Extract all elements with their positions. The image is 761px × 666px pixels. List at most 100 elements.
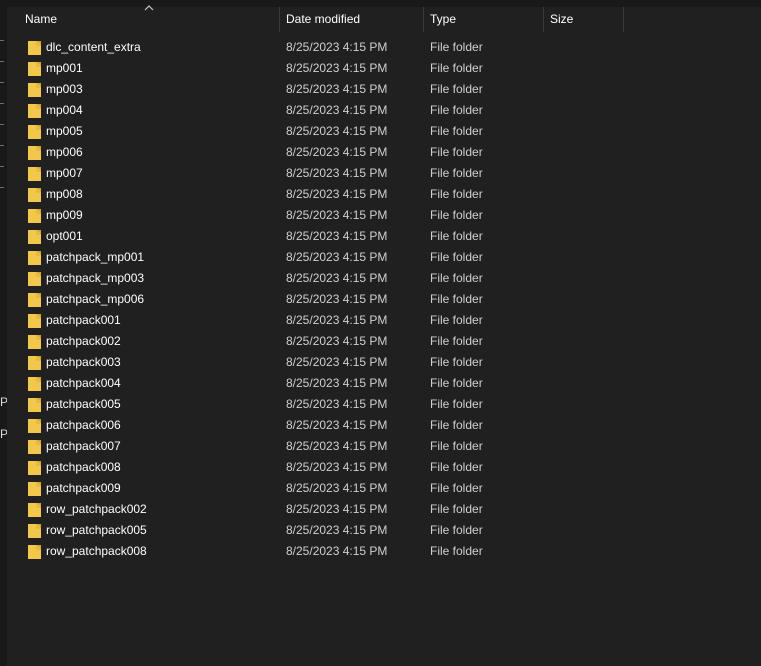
file-type: File folder (430, 460, 483, 474)
folder-icon (28, 356, 41, 370)
nav-tree-line (0, 82, 4, 83)
file-date-modified: 8/25/2023 4:15 PM (286, 502, 388, 516)
file-name[interactable]: patchpack_mp001 (46, 247, 144, 268)
file-name[interactable]: patchpack001 (46, 310, 121, 331)
file-name[interactable]: patchpack004 (46, 373, 121, 394)
file-type: File folder (430, 481, 483, 495)
file-name[interactable]: mp003 (46, 79, 83, 100)
file-row[interactable]: mp004 8/25/2023 4:15 PM File folder (7, 100, 761, 121)
file-row[interactable]: patchpack004 8/25/2023 4:15 PM File folder (7, 373, 761, 394)
file-name[interactable]: opt001 (46, 226, 83, 247)
file-row[interactable]: patchpack_mp003 8/25/2023 4:15 PM File fol… (7, 268, 761, 289)
folder-icon (28, 461, 41, 475)
folder-icon (28, 209, 41, 223)
file-row[interactable]: row_patchpack008 8/25/2023 4:15 PM File fo… (7, 541, 761, 562)
file-name[interactable]: mp009 (46, 205, 83, 226)
folder-icon (28, 167, 41, 181)
file-row[interactable]: patchpack005 8/25/2023 4:15 PM File folder (7, 394, 761, 415)
file-row[interactable]: patchpack_mp006 8/25/2023 4:15 PM File fol… (7, 289, 761, 310)
file-type: File folder (430, 523, 483, 537)
file-date-modified: 8/25/2023 4:15 PM (286, 292, 388, 306)
file-row[interactable]: patchpack007 8/25/2023 4:15 PM File folder (7, 436, 761, 457)
nav-tree-line (0, 124, 4, 125)
file-row[interactable]: mp001 8/25/2023 4:15 PM File folder (7, 58, 761, 79)
file-name[interactable]: mp007 (46, 163, 83, 184)
file-row[interactable]: patchpack008 8/25/2023 4:15 PM File folder (7, 457, 761, 478)
file-name[interactable]: mp008 (46, 184, 83, 205)
file-name[interactable]: mp001 (46, 58, 83, 79)
folder-icon (28, 398, 41, 412)
file-name[interactable]: mp004 (46, 100, 83, 121)
file-type: File folder (430, 208, 483, 222)
file-row[interactable]: patchpack_mp001 8/25/2023 4:15 PM File fol… (7, 247, 761, 268)
column-header-date-modified[interactable]: Date modified (279, 7, 423, 32)
file-date-modified: 8/25/2023 4:15 PM (286, 229, 388, 243)
file-name[interactable]: patchpack009 (46, 478, 121, 499)
file-row[interactable]: mp005 8/25/2023 4:15 PM File folder (7, 121, 761, 142)
nav-tree-line (0, 103, 4, 104)
file-name[interactable]: patchpack006 (46, 415, 121, 436)
file-row[interactable]: mp006 8/25/2023 4:15 PM File folder (7, 142, 761, 163)
file-row[interactable]: mp003 8/25/2023 4:15 PM File folder (7, 79, 761, 100)
nav-item-glyph[interactable]: P (0, 427, 7, 441)
file-row[interactable]: mp009 8/25/2023 4:15 PM File folder (7, 205, 761, 226)
folder-icon (28, 125, 41, 139)
file-type: File folder (430, 103, 483, 117)
file-date-modified: 8/25/2023 4:15 PM (286, 523, 388, 537)
nav-item-glyph[interactable]: P (0, 395, 7, 409)
file-name[interactable]: row_patchpack008 (46, 541, 147, 562)
folder-icon (28, 293, 41, 307)
file-list: dlc_content_extra 8/25/2023 4:15 PM File f… (7, 37, 761, 562)
folder-icon (28, 545, 41, 559)
folder-icon (28, 377, 41, 391)
file-date-modified: 8/25/2023 4:15 PM (286, 355, 388, 369)
file-name[interactable]: patchpack_mp003 (46, 268, 144, 289)
file-name[interactable]: dlc_content_extra (46, 37, 141, 58)
file-list-view[interactable]: Name Date modified Type Size dlc_content… (7, 5, 761, 666)
column-header-size[interactable]: Size (543, 7, 623, 32)
file-row[interactable]: patchpack003 8/25/2023 4:15 PM File folder (7, 352, 761, 373)
nav-tree-line (0, 166, 4, 167)
file-name[interactable]: patchpack_mp006 (46, 289, 144, 310)
file-type: File folder (430, 418, 483, 432)
file-type: File folder (430, 355, 483, 369)
file-type: File folder (430, 145, 483, 159)
file-row[interactable]: row_patchpack005 8/25/2023 4:15 PM File fo… (7, 520, 761, 541)
file-date-modified: 8/25/2023 4:15 PM (286, 397, 388, 411)
file-row[interactable]: patchpack002 8/25/2023 4:15 PM File folder (7, 331, 761, 352)
file-row[interactable]: patchpack001 8/25/2023 4:15 PM File folder (7, 310, 761, 331)
file-name[interactable]: row_patchpack005 (46, 520, 147, 541)
file-name[interactable]: patchpack005 (46, 394, 121, 415)
column-resize-handle[interactable] (623, 7, 624, 32)
file-type: File folder (430, 271, 483, 285)
file-type: File folder (430, 40, 483, 54)
file-name[interactable]: row_patchpack002 (46, 499, 147, 520)
file-row[interactable]: dlc_content_extra 8/25/2023 4:15 PM File f… (7, 37, 761, 58)
file-name[interactable]: mp005 (46, 121, 83, 142)
file-date-modified: 8/25/2023 4:15 PM (286, 313, 388, 327)
column-header-name[interactable]: Name (7, 7, 279, 32)
file-row[interactable]: mp008 8/25/2023 4:15 PM File folder (7, 184, 761, 205)
column-header-type[interactable]: Type (423, 7, 543, 32)
file-name[interactable]: patchpack002 (46, 331, 121, 352)
file-date-modified: 8/25/2023 4:15 PM (286, 103, 388, 117)
navigation-pane-edge[interactable]: P P (0, 0, 7, 666)
file-date-modified: 8/25/2023 4:15 PM (286, 145, 388, 159)
file-row[interactable]: mp007 8/25/2023 4:15 PM File folder (7, 163, 761, 184)
file-name[interactable]: mp006 (46, 142, 83, 163)
folder-icon (28, 314, 41, 328)
folder-icon (28, 503, 41, 517)
folder-icon (28, 419, 41, 433)
file-row[interactable]: opt001 8/25/2023 4:15 PM File folder (7, 226, 761, 247)
file-row[interactable]: patchpack009 8/25/2023 4:15 PM File folder (7, 478, 761, 499)
file-name[interactable]: patchpack003 (46, 352, 121, 373)
file-name[interactable]: patchpack008 (46, 457, 121, 478)
folder-icon (28, 335, 41, 349)
file-type: File folder (430, 166, 483, 180)
file-date-modified: 8/25/2023 4:15 PM (286, 460, 388, 474)
nav-tree-line (0, 40, 4, 41)
file-type: File folder (430, 124, 483, 138)
file-name[interactable]: patchpack007 (46, 436, 121, 457)
file-row[interactable]: patchpack006 8/25/2023 4:15 PM File folder (7, 415, 761, 436)
file-row[interactable]: row_patchpack002 8/25/2023 4:15 PM File fo… (7, 499, 761, 520)
